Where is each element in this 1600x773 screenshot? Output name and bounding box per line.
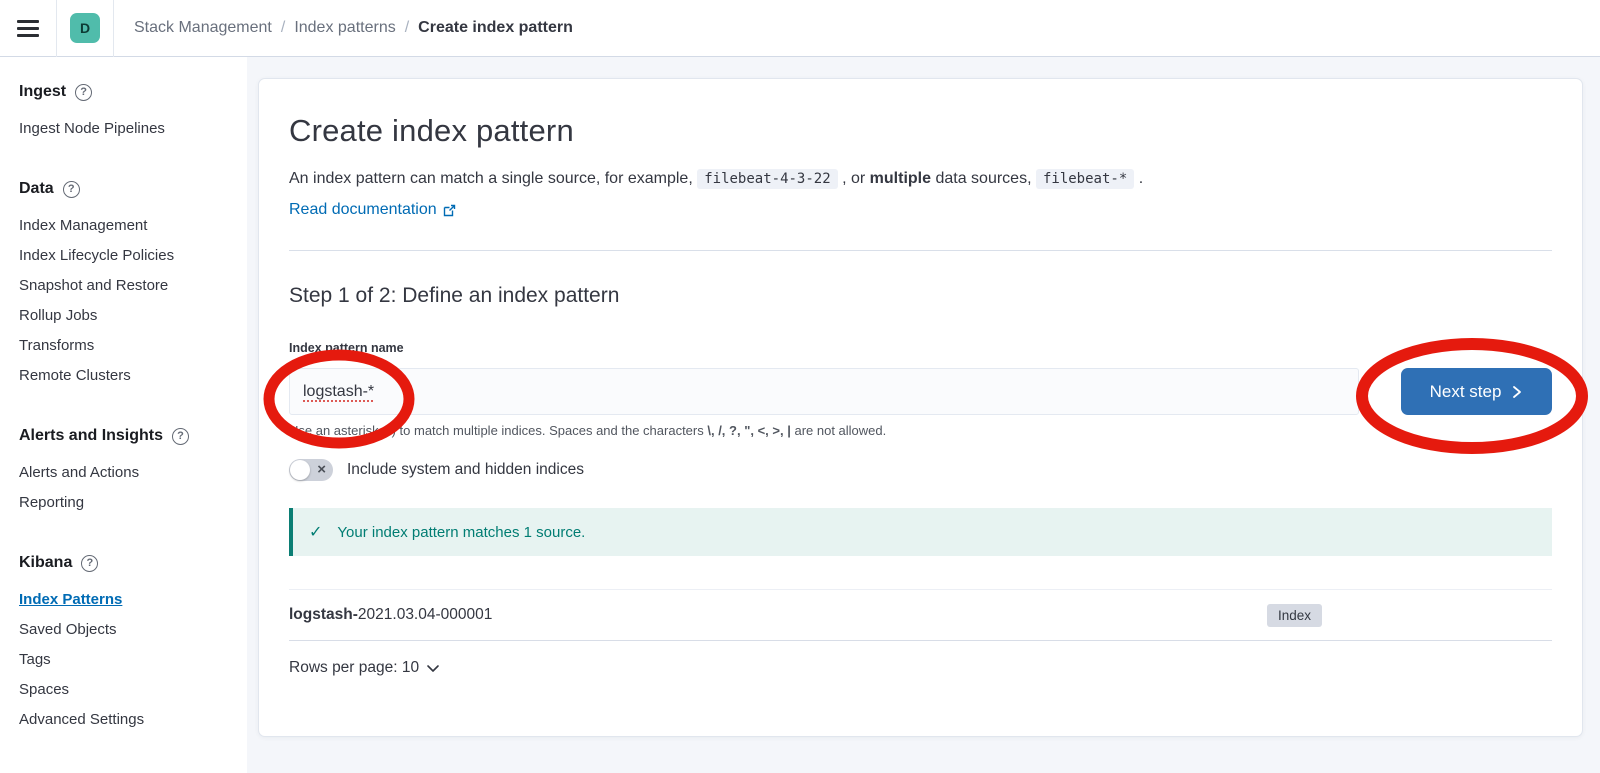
toggle-knob (290, 460, 310, 480)
help-suffix: are not allowed. (791, 423, 886, 438)
breadcrumb-separator: / (281, 19, 285, 37)
management-sidebar: Ingest ? Ingest Node Pipelines Data ? In… (0, 57, 247, 773)
sidebar-item-remote-clusters[interactable]: Remote Clusters (19, 360, 237, 390)
rows-per-page-label: Rows per page: 10 (289, 659, 419, 677)
sidebar-section-data: Data ? Index Management Index Lifecycle … (19, 180, 237, 390)
breadcrumb-create-index-pattern: Create index pattern (418, 19, 573, 37)
intro-part2: , or (838, 170, 870, 187)
sidebar-item-spaces[interactable]: Spaces (19, 674, 237, 704)
sidebar-section-title: Data ? (19, 180, 237, 198)
hidden-indices-toggle-row: × Include system and hidden indices (289, 459, 1552, 481)
section-title-text: Kibana (19, 554, 72, 572)
page-title: Create index pattern (289, 113, 1552, 149)
intro-text: An index pattern can match a single sour… (289, 166, 1552, 192)
matching-index-row: logstash-2021.03.04-000001 Index (289, 589, 1552, 641)
section-title-text: Ingest (19, 83, 66, 101)
help-prefix: Use an asterisk (*) to match multiple in… (289, 423, 707, 438)
intro-part4: . (1134, 170, 1143, 187)
breadcrumb-index-patterns[interactable]: Index patterns (294, 19, 395, 37)
next-step-button[interactable]: Next step (1401, 368, 1552, 415)
sidebar-item-index-lifecycle-policies[interactable]: Index Lifecycle Policies (19, 240, 237, 270)
index-pattern-form-row: logstash-* Next step (289, 368, 1552, 415)
sidebar-section-ingest: Ingest ? Ingest Node Pipelines (19, 83, 237, 143)
input-help-text: Use an asterisk (*) to match multiple in… (289, 423, 1552, 438)
index-type-badge: Index (1267, 604, 1322, 627)
sidebar-item-saved-objects[interactable]: Saved Objects (19, 614, 237, 644)
breadcrumb-stack-management[interactable]: Stack Management (134, 19, 272, 37)
toggle-off-icon: × (317, 462, 326, 477)
sidebar-item-alerts-and-actions[interactable]: Alerts and Actions (19, 457, 237, 487)
code-example-single: filebeat-4-3-22 (697, 169, 837, 189)
toggle-label: Include system and hidden indices (347, 461, 584, 479)
index-name-matched-part: logstash- (289, 606, 358, 624)
chevron-right-icon (1511, 385, 1523, 399)
intro-part3: data sources, (931, 170, 1036, 187)
sidebar-item-reporting[interactable]: Reporting (19, 487, 237, 517)
sidebar-item-advanced-settings[interactable]: Advanced Settings (19, 704, 237, 734)
menu-icon[interactable] (0, 0, 57, 57)
breadcrumb: Stack Management / Index patterns / Crea… (134, 19, 573, 37)
create-index-pattern-panel: Create index pattern An index pattern ca… (258, 78, 1583, 737)
read-documentation-label: Read documentation (289, 201, 437, 219)
sidebar-item-snapshot-and-restore[interactable]: Snapshot and Restore (19, 270, 237, 300)
space-avatar[interactable]: D (70, 13, 100, 43)
intro-part1: An index pattern can match a single sour… (289, 170, 697, 187)
breadcrumb-separator: / (405, 19, 409, 37)
help-icon[interactable]: ? (81, 555, 98, 572)
help-icon[interactable]: ? (63, 181, 80, 198)
section-title-text: Data (19, 180, 54, 198)
sidebar-section-title: Kibana ? (19, 554, 237, 572)
external-link-icon (443, 204, 456, 217)
main-content-area: Create index pattern An index pattern ca… (247, 57, 1600, 773)
sidebar-item-index-management[interactable]: Index Management (19, 210, 237, 240)
help-icon[interactable]: ? (172, 428, 189, 445)
sidebar-section-alerts-and-insights: Alerts and Insights ? Alerts and Actions… (19, 427, 237, 517)
help-disallowed-chars: \, /, ?, ", <, >, | (707, 423, 791, 438)
sidebar-item-index-patterns[interactable]: Index Patterns (19, 584, 237, 614)
read-documentation-link[interactable]: Read documentation (289, 201, 456, 219)
sidebar-section-title: Ingest ? (19, 83, 237, 101)
index-pattern-input-value: logstash-* (303, 383, 374, 401)
sidebar-section-kibana: Kibana ? Index Patterns Saved Objects Ta… (19, 554, 237, 734)
intro-bold: multiple (870, 170, 931, 187)
top-navigation-bar: D Stack Management / Index patterns / Cr… (0, 0, 1600, 57)
step-heading: Step 1 of 2: Define an index pattern (289, 284, 1552, 308)
chevron-down-icon (426, 664, 440, 673)
include-hidden-indices-toggle[interactable]: × (289, 459, 333, 481)
callout-message: Your index pattern matches 1 source. (337, 524, 585, 541)
index-pattern-input[interactable]: logstash-* (289, 368, 1359, 415)
code-example-wildcard: filebeat-* (1036, 169, 1134, 189)
next-step-label: Next step (1430, 382, 1502, 402)
section-title-text: Alerts and Insights (19, 427, 163, 445)
sidebar-item-rollup-jobs[interactable]: Rollup Jobs (19, 300, 237, 330)
help-icon[interactable]: ? (75, 84, 92, 101)
sidebar-item-tags[interactable]: Tags (19, 644, 237, 674)
index-pattern-name-label: Index pattern name (289, 341, 1552, 355)
sidebar-item-ingest-node-pipelines[interactable]: Ingest Node Pipelines (19, 113, 237, 143)
space-badge-container: D (57, 0, 114, 57)
rows-per-page-dropdown[interactable]: Rows per page: 10 (289, 659, 440, 677)
sidebar-item-transforms[interactable]: Transforms (19, 330, 237, 360)
index-name-rest: 2021.03.04-000001 (358, 606, 492, 624)
check-icon: ✓ (309, 522, 322, 542)
divider (289, 250, 1552, 251)
sidebar-section-title: Alerts and Insights ? (19, 427, 237, 445)
success-callout: ✓ Your index pattern matches 1 source. (289, 508, 1552, 556)
